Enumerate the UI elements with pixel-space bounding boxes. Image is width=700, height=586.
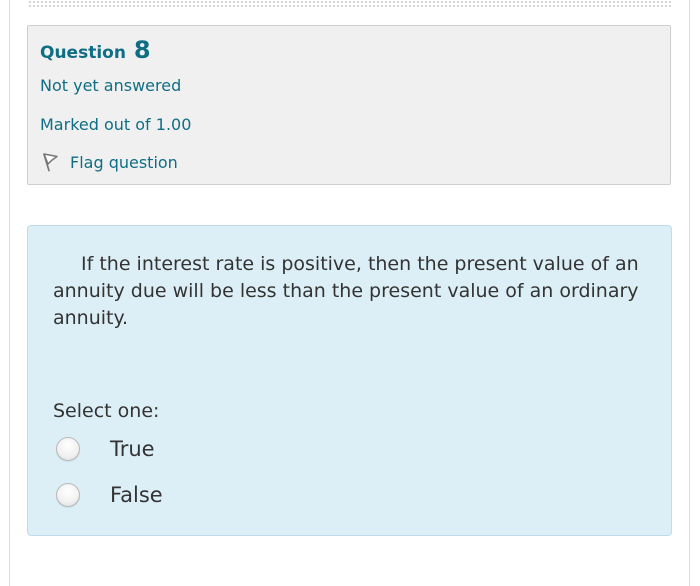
question-info-panel: Question 8 Not yet answered Marked out o… <box>27 25 671 185</box>
question-grade: Marked out of 1.00 <box>40 115 192 134</box>
question-title-prefix: Question <box>40 43 126 63</box>
answer-option-true-label[interactable]: True <box>110 437 155 461</box>
answer-option-false-label[interactable]: False <box>110 483 163 507</box>
question-title: Question 8 <box>40 36 151 64</box>
answer-option-false[interactable]: False <box>56 480 163 510</box>
flag-question-button[interactable]: Flag question <box>40 150 178 174</box>
quiz-page: Question 8 Not yet answered Marked out o… <box>0 0 700 586</box>
answer-prompt: Select one: <box>53 400 160 422</box>
flag-question-label: Flag question <box>70 152 178 172</box>
page-right-border <box>689 0 690 586</box>
previous-question-divider <box>28 0 672 8</box>
question-content-panel: If the interest rate is positive, then t… <box>27 225 672 536</box>
radio-button-true[interactable] <box>56 437 80 461</box>
question-number: 8 <box>133 36 151 64</box>
answer-option-true[interactable]: True <box>56 434 155 464</box>
flag-icon <box>40 151 62 173</box>
question-state: Not yet answered <box>40 76 182 95</box>
page-left-border <box>9 0 10 586</box>
question-text: If the interest rate is positive, then t… <box>53 253 639 329</box>
radio-button-false[interactable] <box>56 483 80 507</box>
